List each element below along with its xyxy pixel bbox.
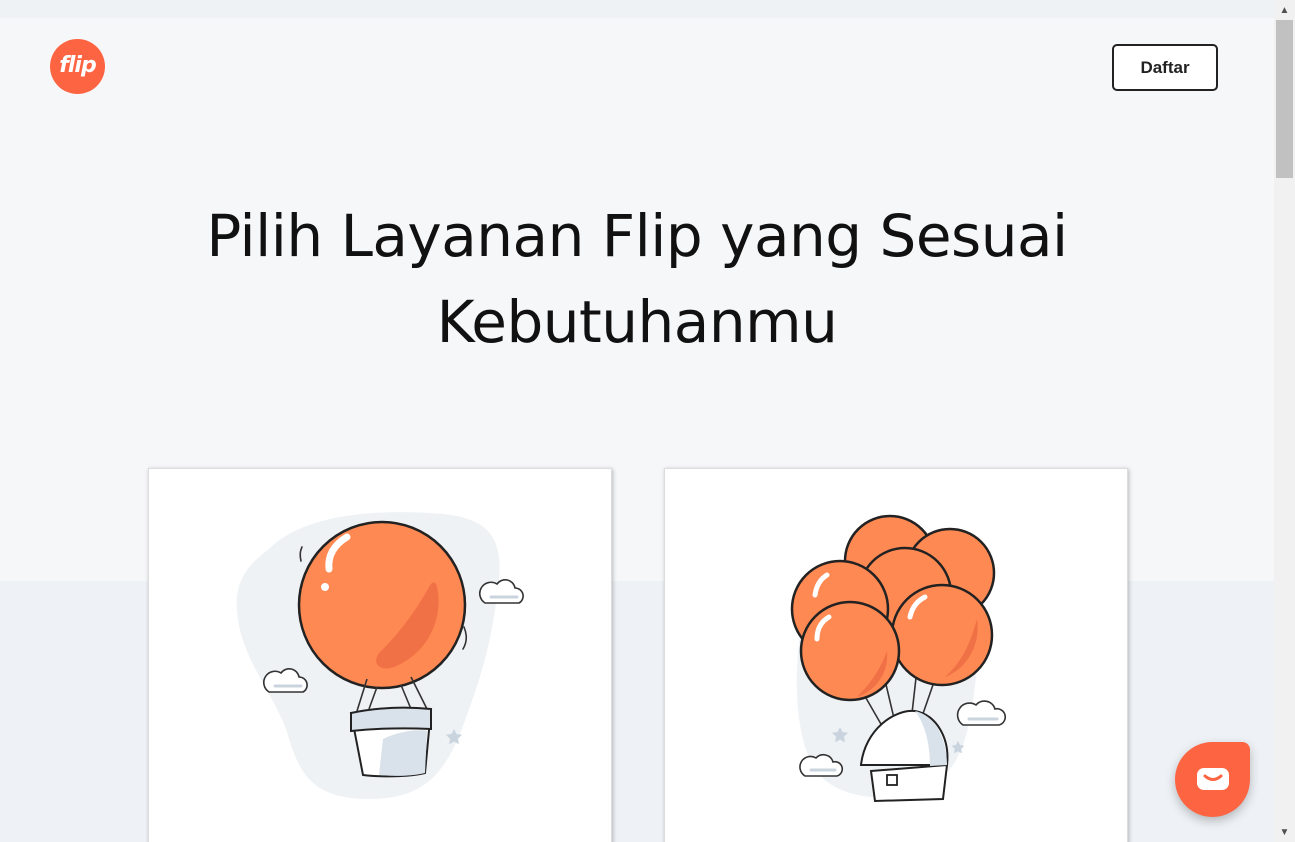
- cloud: [478, 579, 524, 604]
- scrollbar-thumb[interactable]: [1276, 20, 1293, 178]
- page: flip Daftar Pilih Layanan Flip yang Sesu…: [0, 18, 1274, 842]
- house-window: [886, 774, 898, 786]
- service-card-personal[interactable]: [148, 468, 612, 842]
- flip-logo[interactable]: flip: [50, 39, 105, 94]
- page-title: Pilih Layanan Flip yang Sesuai Kebutuhan…: [206, 202, 1068, 356]
- hot-air-balloon-illustration: [236, 512, 524, 799]
- vertical-scrollbar[interactable]: ▲ ▼: [1274, 0, 1295, 842]
- chat-widget-button[interactable]: [1175, 742, 1250, 817]
- chat-bubble-icon: [1196, 767, 1229, 790]
- scroll-down-arrow-icon[interactable]: ▼: [1274, 822, 1295, 842]
- browser-top-strip: [0, 0, 1274, 18]
- cloud: [956, 700, 1007, 726]
- service-card-business[interactable]: [664, 468, 1128, 842]
- balloon-cluster: [790, 514, 996, 702]
- balloon-house-illustration: [790, 514, 1007, 803]
- scroll-up-arrow-icon[interactable]: ▲: [1274, 0, 1295, 20]
- house: [869, 763, 949, 803]
- register-button[interactable]: Daftar: [1112, 44, 1218, 91]
- logo-text: flip: [59, 52, 96, 78]
